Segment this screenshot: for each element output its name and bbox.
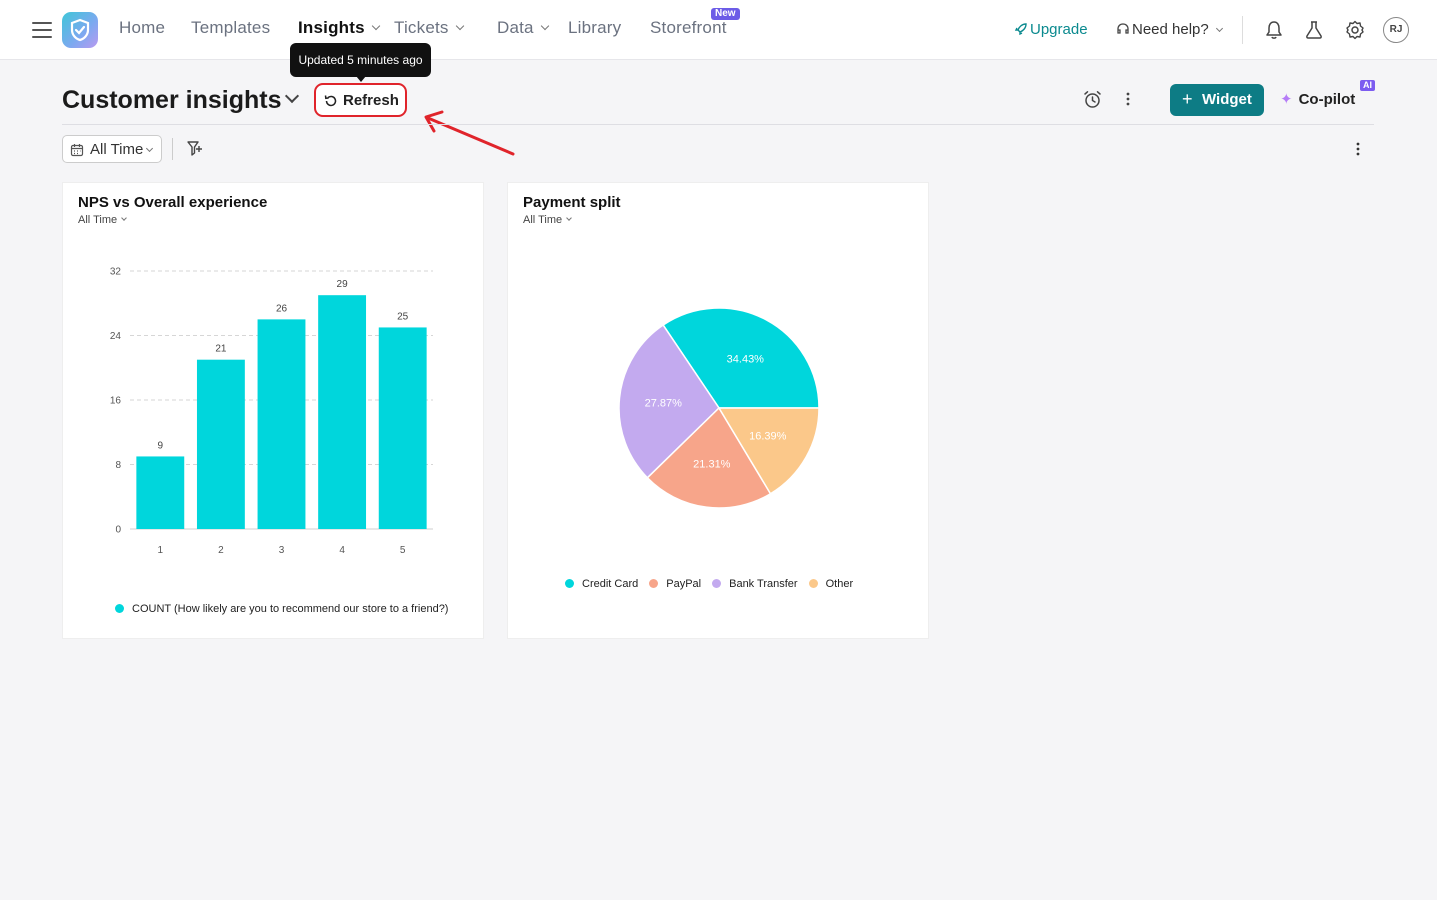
x-tick-label: 2: [218, 545, 224, 556]
app-logo[interactable]: [62, 12, 98, 48]
chevron-down-icon: [1215, 24, 1223, 33]
bar-chart-legend: COUNT (How likely are you to recommend o…: [115, 603, 451, 615]
bar[interactable]: [136, 456, 185, 529]
legend-dot: [649, 579, 659, 588]
header-divider: [62, 124, 1374, 125]
legend-label: COUNT (How likely are you to recommend o…: [132, 603, 449, 615]
notifications-icon[interactable]: [1265, 20, 1283, 45]
refresh-icon: [324, 95, 337, 107]
calendar-icon: [70, 144, 84, 157]
chevron-down-icon: [145, 144, 154, 153]
chevron-down-icon: [371, 21, 381, 31]
new-badge: New: [711, 8, 740, 20]
legend-dot: [808, 579, 818, 588]
nav-home[interactable]: Home: [119, 18, 165, 38]
y-tick-label: 24: [110, 331, 122, 342]
nps-bar-chart-card: NPS vs Overall experience All Time 0 8 16 2…: [62, 182, 484, 639]
divider: [172, 138, 173, 160]
time-range-label: All Time: [90, 141, 144, 158]
menu-icon[interactable]: [32, 22, 52, 38]
bar[interactable]: [318, 295, 367, 529]
bar-data-label: 9: [158, 440, 164, 451]
legend-label: Other: [825, 578, 854, 590]
dashboard-switch-chevron-icon[interactable]: [284, 88, 300, 104]
widget-label: Widget: [1202, 91, 1252, 108]
x-tick-label: 1: [158, 545, 164, 556]
bar[interactable]: [196, 359, 245, 529]
refresh-button[interactable]: Refresh: [314, 83, 407, 117]
page-title: Customer insights: [62, 86, 282, 114]
nav-tickets[interactable]: Tickets: [394, 18, 464, 38]
legend-dot: [565, 579, 574, 588]
legend-label: PayPal: [666, 578, 702, 590]
nav-templates[interactable]: Templates: [191, 18, 270, 38]
top-navigation-bar: Home Templates Insights Tickets Data Lib…: [0, 0, 1437, 60]
x-tick-label: 4: [339, 545, 345, 556]
pie-value-label: 16.39%: [749, 431, 787, 443]
y-tick-label: 16: [110, 396, 122, 407]
legend-item[interactable]: Bank Transfer: [712, 578, 798, 590]
settings-gear-icon[interactable]: [1345, 20, 1365, 45]
y-tick-label: 0: [115, 525, 121, 536]
bar[interactable]: [378, 327, 427, 529]
pie-chart: 34.43% 27.87% 21.31% 16.39%: [618, 307, 820, 509]
pie-chart-legend: Credit Card PayPal Bank Transfer Other: [565, 578, 864, 590]
nav-data[interactable]: Data: [497, 18, 549, 38]
nav-insights[interactable]: Insights: [298, 18, 381, 38]
legend-dot: [712, 579, 722, 588]
user-avatar[interactable]: RJ: [1383, 17, 1409, 43]
rocket-icon: [1014, 23, 1027, 36]
dashboard-more-icon[interactable]: [1125, 91, 1131, 111]
sparkle-icon: ✦: [1280, 91, 1293, 108]
headset-icon: [1117, 23, 1129, 34]
nav-data-label: Data: [497, 18, 534, 37]
plus-icon: +: [1182, 89, 1193, 109]
pie-value-label: 27.87%: [645, 397, 683, 409]
legend-dot: [115, 604, 124, 613]
add-filter-icon[interactable]: [186, 140, 204, 163]
legend-item[interactable]: Other: [808, 578, 854, 590]
annotation-arrow-icon: [424, 110, 515, 156]
pie-value-label: 21.31%: [693, 459, 731, 471]
legend-item[interactable]: PayPal: [649, 578, 701, 590]
upgrade-link[interactable]: Upgrade: [1014, 20, 1088, 38]
bar-data-label: 26: [276, 303, 288, 314]
y-tick-label: 32: [110, 267, 122, 278]
payment-split-card: Payment split All Time 34.43% 27.87% 21.31…: [507, 182, 929, 639]
time-range-filter[interactable]: All Time: [62, 135, 162, 163]
bar[interactable]: [257, 319, 306, 529]
x-tick-label: 5: [400, 545, 406, 556]
need-help-menu[interactable]: Need help?: [1116, 20, 1223, 38]
nav-tickets-label: Tickets: [394, 18, 449, 37]
nav-storefront[interactable]: Storefront: [650, 18, 727, 38]
x-tick-label: 3: [279, 545, 285, 556]
divider: [1242, 16, 1243, 44]
bar-chart: 0816243291212263294255: [110, 267, 433, 556]
nav-insights-label: Insights: [298, 18, 365, 37]
refresh-tooltip: Updated 5 minutes ago: [290, 43, 431, 82]
chevron-down-icon: [455, 21, 464, 31]
bar-data-label: 29: [337, 279, 349, 290]
legend-item[interactable]: Credit Card: [565, 578, 638, 590]
alarm-clock-icon[interactable]: [1083, 90, 1102, 114]
logo-shield-icon: [70, 18, 90, 42]
upgrade-label: Upgrade: [1030, 21, 1088, 38]
refresh-label: Refresh: [343, 92, 399, 109]
lab-flask-icon[interactable]: [1305, 20, 1323, 45]
copilot-button[interactable]: ✦ Co-pilot: [1280, 90, 1355, 108]
bar-data-label: 25: [397, 311, 409, 322]
add-widget-button[interactable]: + Widget: [1170, 84, 1264, 116]
copilot-label: Co-pilot: [1298, 91, 1356, 108]
need-help-label: Need help?: [1132, 21, 1209, 38]
filters-more-icon[interactable]: [1355, 141, 1361, 161]
legend-item[interactable]: COUNT (How likely are you to recommend o…: [115, 603, 448, 615]
chevron-down-icon: [540, 21, 549, 31]
y-tick-label: 8: [115, 460, 121, 471]
legend-label: Credit Card: [582, 578, 639, 590]
ai-badge: AI: [1360, 80, 1375, 91]
legend-label: Bank Transfer: [729, 578, 798, 590]
pie-value-label: 34.43%: [727, 354, 765, 366]
nav-library[interactable]: Library: [568, 18, 621, 38]
bar-data-label: 21: [215, 344, 227, 355]
